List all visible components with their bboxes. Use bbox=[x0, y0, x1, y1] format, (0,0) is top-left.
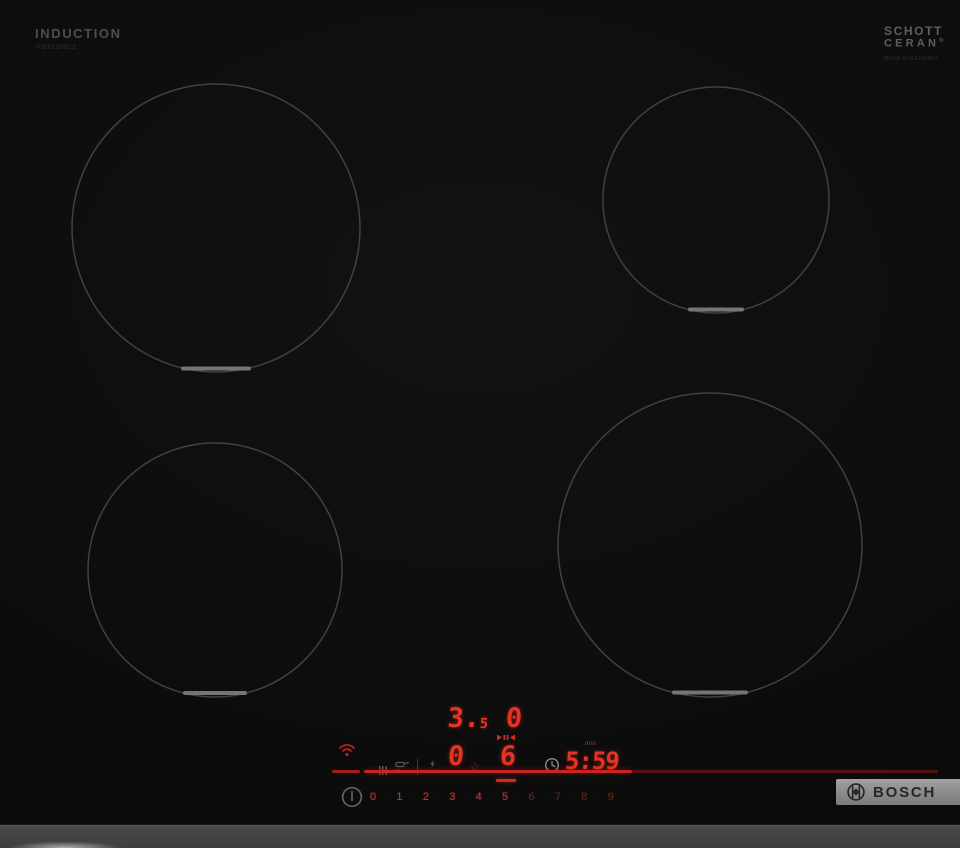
schott-subtext: MADE IN GERMANY bbox=[884, 57, 944, 62]
power-button[interactable] bbox=[340, 785, 364, 809]
front-edge-trim bbox=[0, 824, 960, 848]
display-rear-right[interactable]: 0 bbox=[497, 704, 531, 734]
level-separator: · bbox=[438, 792, 441, 802]
powermove-transfer-icon bbox=[495, 734, 517, 741]
trim-reflection bbox=[0, 839, 140, 848]
zone-rear-left-ring bbox=[72, 84, 360, 372]
level-key-6[interactable]: 6 bbox=[528, 791, 534, 803]
level-separator: · bbox=[464, 792, 467, 802]
level-key-1[interactable]: 1 bbox=[396, 791, 402, 803]
level-key-7[interactable]: 7 bbox=[555, 791, 561, 803]
boost-flash-icon bbox=[429, 760, 436, 768]
power-slider-dim[interactable] bbox=[632, 770, 938, 773]
level-key-5[interactable]: 5 bbox=[502, 791, 508, 803]
zone-rear-right-ring bbox=[603, 87, 829, 313]
level-key-8[interactable]: 8 bbox=[581, 791, 587, 803]
model-number: PIE631HB1E bbox=[36, 45, 77, 51]
level-separator: · bbox=[385, 792, 388, 802]
home-connect-wifi-icon[interactable] bbox=[338, 743, 356, 757]
zone-front-right-ring bbox=[558, 393, 862, 697]
schott-line1: SCHOTT bbox=[884, 25, 944, 38]
level-separator: · bbox=[543, 792, 546, 802]
bosch-badge: BOSCH bbox=[836, 779, 960, 805]
bosch-wordmark: BOSCH bbox=[873, 784, 936, 801]
bosch-anchor-icon bbox=[846, 782, 866, 802]
display-front-right[interactable]: 6 bbox=[491, 742, 525, 772]
level-separator: · bbox=[570, 792, 573, 802]
selected-zone-underline bbox=[496, 779, 516, 782]
level-separator: · bbox=[517, 792, 520, 802]
pan-move-icon bbox=[395, 759, 409, 768]
power-slider-lit[interactable] bbox=[364, 770, 632, 773]
level-key-4[interactable]: 4 bbox=[476, 791, 482, 803]
level-key-3[interactable]: 3 bbox=[449, 791, 455, 803]
zone-front-left-ring bbox=[88, 443, 342, 697]
induction-label: INDUCTION bbox=[35, 26, 122, 41]
level-separator: · bbox=[411, 792, 414, 802]
display-front-left[interactable]: 0 bbox=[439, 742, 473, 772]
level-separator: · bbox=[490, 792, 493, 802]
display-rear-left[interactable]: 3.5 bbox=[441, 704, 495, 734]
schott-ceran-logo: SCHOTT CERAN® MADE IN GERMANY bbox=[884, 25, 944, 62]
half-step-digit: 5 bbox=[479, 715, 489, 734]
slider-segment-left bbox=[332, 770, 360, 773]
power-level-scale: 0 · 1 · 2 · 3 · 4 · 5 · 6 · 7 · 8 · 9 bbox=[370, 789, 614, 805]
level-key-9[interactable]: 9 bbox=[608, 791, 614, 803]
level-key-2[interactable]: 2 bbox=[423, 791, 429, 803]
induction-hob: INDUCTION PIE631HB1E SCHOTT CERAN® MADE … bbox=[0, 0, 960, 848]
schott-line2: CERAN® bbox=[884, 38, 944, 50]
registered-mark: ® bbox=[939, 38, 943, 44]
level-key-0[interactable]: 0 bbox=[370, 791, 376, 803]
level-separator: · bbox=[596, 792, 599, 802]
